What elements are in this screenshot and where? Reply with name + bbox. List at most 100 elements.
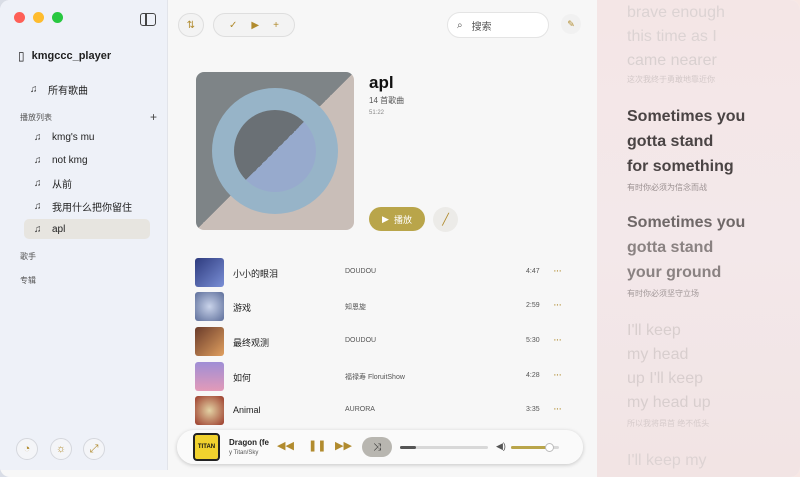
playlist-icon: ♫ (34, 200, 42, 212)
app-window: ▯ kmgccc_player ♫ 所有歌曲 播放列表 + ♫ kmg's mu… (0, 0, 800, 477)
lyric-line-current: gotta stand (627, 133, 714, 150)
track-row[interactable]: 小小的眼泪 DOUDOU 4:47 ··· (195, 258, 575, 288)
previous-track-icon[interactable]: ◀◀ (277, 439, 294, 452)
lyrics-toggle-icon[interactable]: ✎ (561, 14, 581, 34)
more-options-icon[interactable]: ··· (553, 299, 562, 311)
next-track-icon[interactable]: ▶▶ (335, 439, 352, 452)
shuffle-icon: ⤨ (373, 441, 381, 453)
lyric-line-current: Sometimes you (627, 108, 746, 125)
track-artwork (195, 327, 224, 356)
app-title-text: kmgccc_player (31, 50, 112, 62)
playlist-item[interactable]: ♫ not kmg (24, 150, 150, 170)
track-row[interactable]: Animal AURORA 3:35 ··· (195, 396, 575, 426)
track-row[interactable]: 如何 福禄寿 FloruitShow 4:28 ··· (195, 362, 575, 392)
lyric-line: I'll keep my (627, 452, 707, 469)
track-artist: 福禄寿 FloruitShow (345, 374, 405, 381)
lyric-line: I'll keep (627, 322, 681, 339)
track-row[interactable]: 游戏 知恩旋 2:59 ··· (195, 292, 575, 322)
lyric-translation: 所以我将昂首 绝不低头 (627, 419, 710, 428)
playback-progress-bar[interactable] (400, 446, 488, 449)
toolbar-actions-group: ✓ ▶ + (213, 13, 295, 37)
playlist-label: 从前 (52, 179, 72, 191)
zoom-window-button[interactable] (52, 12, 63, 23)
nav-all-songs-label: 所有歌曲 (48, 86, 88, 97)
track-artwork (195, 292, 224, 321)
album-title: apl (369, 73, 394, 92)
playlist-item-active[interactable]: ♫ apl (24, 219, 150, 239)
album-cover (196, 72, 354, 230)
track-artist: DOUDOU (345, 268, 377, 275)
volume-slider[interactable] (511, 443, 559, 452)
lyric-translation: 这次我终于勇敢地靠近你 (627, 75, 715, 84)
track-artwork (195, 258, 224, 287)
track-title: Animal (233, 405, 261, 415)
check-circle-icon[interactable]: ✓ (229, 20, 237, 31)
more-options-icon[interactable]: ··· (553, 403, 562, 415)
logo-icon[interactable]: ◔ (16, 438, 38, 460)
track-duration: 4:28 (526, 372, 540, 379)
track-row[interactable]: 最终观测 DOUDOU 5:30 ··· (195, 327, 575, 357)
track-artwork (195, 362, 224, 391)
minimize-window-button[interactable] (33, 12, 44, 23)
track-artist: DOUDOU (345, 337, 377, 344)
track-title: 最终观测 (233, 338, 270, 348)
playlist-label: kmg's mu (52, 131, 95, 143)
now-playing-title: Dragon (fe (229, 438, 269, 447)
lyric-line: Sometimes you (627, 214, 746, 231)
lyric-line: gotta stand (627, 239, 714, 256)
playlist-label: not kmg (52, 154, 88, 166)
sun-icon[interactable]: ☼ (50, 438, 72, 460)
now-playing-bar: TITAN Dragon (fe y Titan/Sky ◀◀ ❚❚ ▶▶ ⤨ … (177, 430, 583, 464)
search-field[interactable]: ⌕ 搜索 (447, 12, 549, 38)
more-options-icon[interactable]: ··· (553, 265, 562, 277)
track-title: 游戏 (233, 303, 252, 313)
music-list-icon: ♫ (30, 84, 38, 95)
lyric-translation: 有时你必须坚守立场 (627, 289, 699, 298)
track-title: 小小的眼泪 (233, 269, 279, 279)
playlist-item[interactable]: ♫ 我用什么把你留住 (24, 196, 150, 216)
playlists-section-label: 播放列表 (20, 113, 52, 122)
sort-icon[interactable]: ⇅ (178, 13, 204, 37)
cover-ring-center (234, 110, 316, 192)
track-artist: AURORA (345, 406, 375, 413)
music-file-icon: ▯ (18, 49, 25, 63)
sidebar-toggle-icon[interactable] (140, 13, 156, 26)
lyric-line: this time as I (627, 28, 717, 45)
playlist-icon: ♫ (34, 223, 42, 235)
play-icon[interactable]: ▶ (251, 20, 259, 31)
add-playlist-button[interactable]: + (150, 110, 157, 124)
now-playing-artwork[interactable]: TITAN (193, 433, 220, 461)
track-artwork (195, 396, 224, 425)
playlist-item[interactable]: ♫ 从前 (24, 173, 150, 193)
playlist-item[interactable]: ♫ kmg's mu (24, 127, 150, 147)
track-title: 如何 (233, 373, 252, 383)
nav-all-songs[interactable]: ♫ 所有歌曲 (30, 82, 88, 97)
close-window-button[interactable] (14, 12, 25, 23)
albums-section-label[interactable]: 专辑 (20, 275, 36, 286)
window-controls (14, 12, 63, 23)
artists-section-label[interactable]: 歌手 (20, 251, 36, 262)
add-icon[interactable]: + (273, 20, 279, 31)
pause-icon[interactable]: ❚❚ (308, 439, 326, 452)
pencil-icon: ╱ (442, 214, 449, 226)
album-duration: 51:22 (369, 110, 385, 116)
more-options-icon[interactable]: ··· (553, 334, 562, 346)
edit-playlist-button[interactable]: ╱ (433, 207, 458, 232)
lyric-line-current: for something (627, 158, 734, 175)
sidebar: ▯ kmgccc_player ♫ 所有歌曲 播放列表 + ♫ kmg's mu… (0, 0, 168, 470)
track-duration: 4:47 (526, 268, 540, 275)
more-options-icon[interactable]: ··· (553, 369, 562, 381)
volume-icon: ◀) (496, 441, 506, 451)
track-duration: 3:35 (526, 406, 540, 413)
playlist-label: 我用什么把你留住 (52, 202, 132, 214)
lyric-line: brave enough (627, 4, 725, 21)
shuffle-button[interactable]: ⤨ (362, 437, 392, 457)
playlist-icon: ♫ (34, 154, 42, 166)
lyric-line: my head up (627, 394, 711, 411)
play-all-button[interactable]: ▶ 播放 (369, 207, 425, 231)
volume-knob[interactable] (545, 443, 555, 452)
track-duration: 5:30 (526, 337, 540, 344)
expand-icon[interactable]: ⤢ (83, 438, 105, 460)
playback-progress-fill (400, 446, 416, 449)
lyric-translation: 有时你必须为信念而战 (627, 183, 707, 192)
